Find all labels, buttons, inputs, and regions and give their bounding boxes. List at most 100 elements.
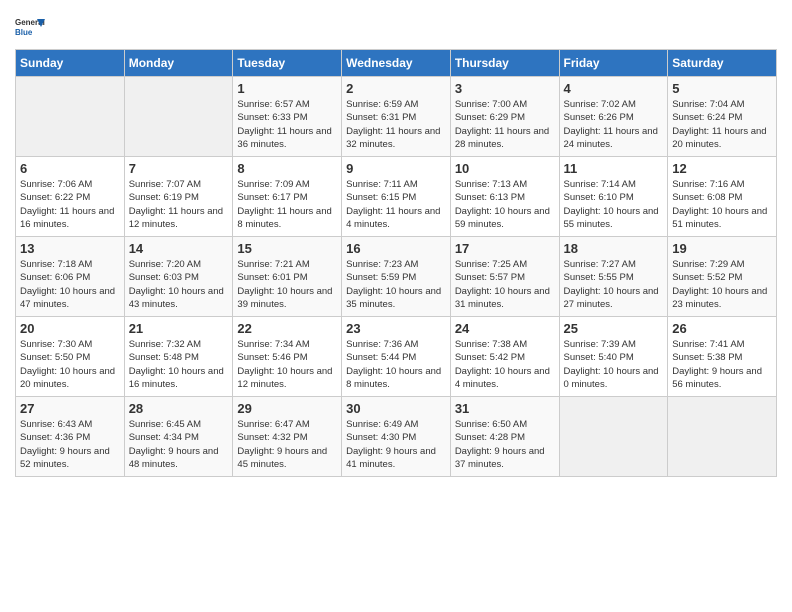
day-number: 11 (564, 161, 664, 176)
day-info: Sunrise: 7:38 AM Sunset: 5:42 PM Dayligh… (455, 338, 555, 391)
day-number: 5 (672, 81, 772, 96)
day-info: Sunrise: 7:16 AM Sunset: 6:08 PM Dayligh… (672, 178, 772, 231)
day-number: 23 (346, 321, 446, 336)
calendar-table: SundayMondayTuesdayWednesdayThursdayFrid… (15, 49, 777, 477)
day-info: Sunrise: 6:49 AM Sunset: 4:30 PM Dayligh… (346, 418, 446, 471)
day-cell: 22 Sunrise: 7:34 AM Sunset: 5:46 PM Dayli… (233, 317, 342, 397)
day-number: 8 (237, 161, 337, 176)
day-cell: 5 Sunrise: 7:04 AM Sunset: 6:24 PM Daylig… (668, 77, 777, 157)
day-number: 18 (564, 241, 664, 256)
column-header-sunday: Sunday (16, 50, 125, 77)
day-info: Sunrise: 7:18 AM Sunset: 6:06 PM Dayligh… (20, 258, 120, 311)
logo-icon: General Blue (15, 15, 45, 39)
day-info: Sunrise: 7:11 AM Sunset: 6:15 PM Dayligh… (346, 178, 446, 231)
day-cell: 17Sunrise: 7:25 AM Sunset: 5:57 PM Dayli… (450, 237, 559, 317)
day-number: 21 (129, 321, 229, 336)
day-cell: 1 Sunrise: 6:57 AM Sunset: 6:33 PM Daylig… (233, 77, 342, 157)
day-number: 9 (346, 161, 446, 176)
day-cell: 12 Sunrise: 7:16 AM Sunset: 6:08 PM Dayli… (668, 157, 777, 237)
day-info: Sunrise: 6:43 AM Sunset: 4:36 PM Dayligh… (20, 418, 120, 471)
day-cell: 19Sunrise: 7:29 AM Sunset: 5:52 PM Dayli… (668, 237, 777, 317)
day-cell: 29 Sunrise: 6:47 AM Sunset: 4:32 PM Dayli… (233, 397, 342, 477)
day-cell: 31 Sunrise: 6:50 AM Sunset: 4:28 PM Dayli… (450, 397, 559, 477)
day-number: 13 (20, 241, 120, 256)
day-info: Sunrise: 7:02 AM Sunset: 6:26 PM Dayligh… (564, 98, 664, 151)
day-number: 17 (455, 241, 555, 256)
day-info: Sunrise: 7:13 AM Sunset: 6:13 PM Dayligh… (455, 178, 555, 231)
header-row: SundayMondayTuesdayWednesdayThursdayFrid… (16, 50, 777, 77)
day-cell: 21 Sunrise: 7:32 AM Sunset: 5:48 PM Dayli… (124, 317, 233, 397)
day-cell: 2 Sunrise: 6:59 AM Sunset: 6:31 PM Daylig… (342, 77, 451, 157)
week-row-3: 13 Sunrise: 7:18 AM Sunset: 6:06 PM Dayli… (16, 237, 777, 317)
day-cell: 25 Sunrise: 7:39 AM Sunset: 5:40 PM Dayli… (559, 317, 668, 397)
column-header-thursday: Thursday (450, 50, 559, 77)
day-info: Sunrise: 7:27 AM Sunset: 5:55 PM Dayligh… (564, 258, 664, 311)
day-number: 29 (237, 401, 337, 416)
day-info: Sunrise: 6:59 AM Sunset: 6:31 PM Dayligh… (346, 98, 446, 151)
day-cell: 20 Sunrise: 7:30 AM Sunset: 5:50 PM Dayli… (16, 317, 125, 397)
day-cell: 3Sunrise: 7:00 AM Sunset: 6:29 PM Daylig… (450, 77, 559, 157)
day-cell: 18 Sunrise: 7:27 AM Sunset: 5:55 PM Dayli… (559, 237, 668, 317)
day-cell: 28Sunrise: 6:45 AM Sunset: 4:34 PM Dayli… (124, 397, 233, 477)
day-cell: 7Sunrise: 7:07 AM Sunset: 6:19 PM Daylig… (124, 157, 233, 237)
day-cell: 10 Sunrise: 7:13 AM Sunset: 6:13 PM Dayli… (450, 157, 559, 237)
day-number: 10 (455, 161, 555, 176)
day-cell: 30 Sunrise: 6:49 AM Sunset: 4:30 PM Dayli… (342, 397, 451, 477)
day-number: 16 (346, 241, 446, 256)
day-number: 12 (672, 161, 772, 176)
column-header-wednesday: Wednesday (342, 50, 451, 77)
day-info: Sunrise: 7:21 AM Sunset: 6:01 PM Dayligh… (237, 258, 337, 311)
day-info: Sunrise: 7:09 AM Sunset: 6:17 PM Dayligh… (237, 178, 337, 231)
day-info: Sunrise: 7:04 AM Sunset: 6:24 PM Dayligh… (672, 98, 772, 151)
day-info: Sunrise: 7:36 AM Sunset: 5:44 PM Dayligh… (346, 338, 446, 391)
day-info: Sunrise: 7:39 AM Sunset: 5:40 PM Dayligh… (564, 338, 664, 391)
day-cell: 14Sunrise: 7:20 AM Sunset: 6:03 PM Dayli… (124, 237, 233, 317)
day-info: Sunrise: 7:14 AM Sunset: 6:10 PM Dayligh… (564, 178, 664, 231)
day-number: 27 (20, 401, 120, 416)
day-cell: 23 Sunrise: 7:36 AM Sunset: 5:44 PM Dayli… (342, 317, 451, 397)
day-info: Sunrise: 7:34 AM Sunset: 5:46 PM Dayligh… (237, 338, 337, 391)
day-info: Sunrise: 7:41 AM Sunset: 5:38 PM Dayligh… (672, 338, 772, 391)
week-row-4: 20 Sunrise: 7:30 AM Sunset: 5:50 PM Dayli… (16, 317, 777, 397)
week-row-1: 1 Sunrise: 6:57 AM Sunset: 6:33 PM Daylig… (16, 77, 777, 157)
page-header: General Blue (15, 15, 777, 39)
day-number: 20 (20, 321, 120, 336)
day-info: Sunrise: 7:06 AM Sunset: 6:22 PM Dayligh… (20, 178, 120, 231)
day-number: 15 (237, 241, 337, 256)
day-cell: 27 Sunrise: 6:43 AM Sunset: 4:36 PM Dayli… (16, 397, 125, 477)
day-info: Sunrise: 7:32 AM Sunset: 5:48 PM Dayligh… (129, 338, 229, 391)
day-number: 24 (455, 321, 555, 336)
day-cell: 15 Sunrise: 7:21 AM Sunset: 6:01 PM Dayli… (233, 237, 342, 317)
day-number: 28 (129, 401, 229, 416)
day-cell: 11 Sunrise: 7:14 AM Sunset: 6:10 PM Dayli… (559, 157, 668, 237)
day-cell (16, 77, 125, 157)
day-cell (559, 397, 668, 477)
day-number: 19 (672, 241, 772, 256)
day-cell: 13 Sunrise: 7:18 AM Sunset: 6:06 PM Dayli… (16, 237, 125, 317)
day-info: Sunrise: 6:47 AM Sunset: 4:32 PM Dayligh… (237, 418, 337, 471)
day-number: 26 (672, 321, 772, 336)
day-number: 2 (346, 81, 446, 96)
day-cell: 6Sunrise: 7:06 AM Sunset: 6:22 PM Daylig… (16, 157, 125, 237)
day-info: Sunrise: 6:50 AM Sunset: 4:28 PM Dayligh… (455, 418, 555, 471)
day-number: 25 (564, 321, 664, 336)
week-row-2: 6Sunrise: 7:06 AM Sunset: 6:22 PM Daylig… (16, 157, 777, 237)
day-info: Sunrise: 7:23 AM Sunset: 5:59 PM Dayligh… (346, 258, 446, 311)
day-number: 31 (455, 401, 555, 416)
day-info: Sunrise: 7:00 AM Sunset: 6:29 PM Dayligh… (455, 98, 555, 151)
day-cell: 26 Sunrise: 7:41 AM Sunset: 5:38 PM Dayli… (668, 317, 777, 397)
day-cell: 4Sunrise: 7:02 AM Sunset: 6:26 PM Daylig… (559, 77, 668, 157)
day-cell: 9 Sunrise: 7:11 AM Sunset: 6:15 PM Daylig… (342, 157, 451, 237)
day-cell: 16 Sunrise: 7:23 AM Sunset: 5:59 PM Dayli… (342, 237, 451, 317)
day-number: 7 (129, 161, 229, 176)
column-header-monday: Monday (124, 50, 233, 77)
column-header-saturday: Saturday (668, 50, 777, 77)
column-header-tuesday: Tuesday (233, 50, 342, 77)
day-info: Sunrise: 7:30 AM Sunset: 5:50 PM Dayligh… (20, 338, 120, 391)
day-number: 1 (237, 81, 337, 96)
day-cell: 8 Sunrise: 7:09 AM Sunset: 6:17 PM Daylig… (233, 157, 342, 237)
day-info: Sunrise: 6:57 AM Sunset: 6:33 PM Dayligh… (237, 98, 337, 151)
day-number: 22 (237, 321, 337, 336)
day-number: 30 (346, 401, 446, 416)
logo: General Blue (15, 15, 49, 39)
